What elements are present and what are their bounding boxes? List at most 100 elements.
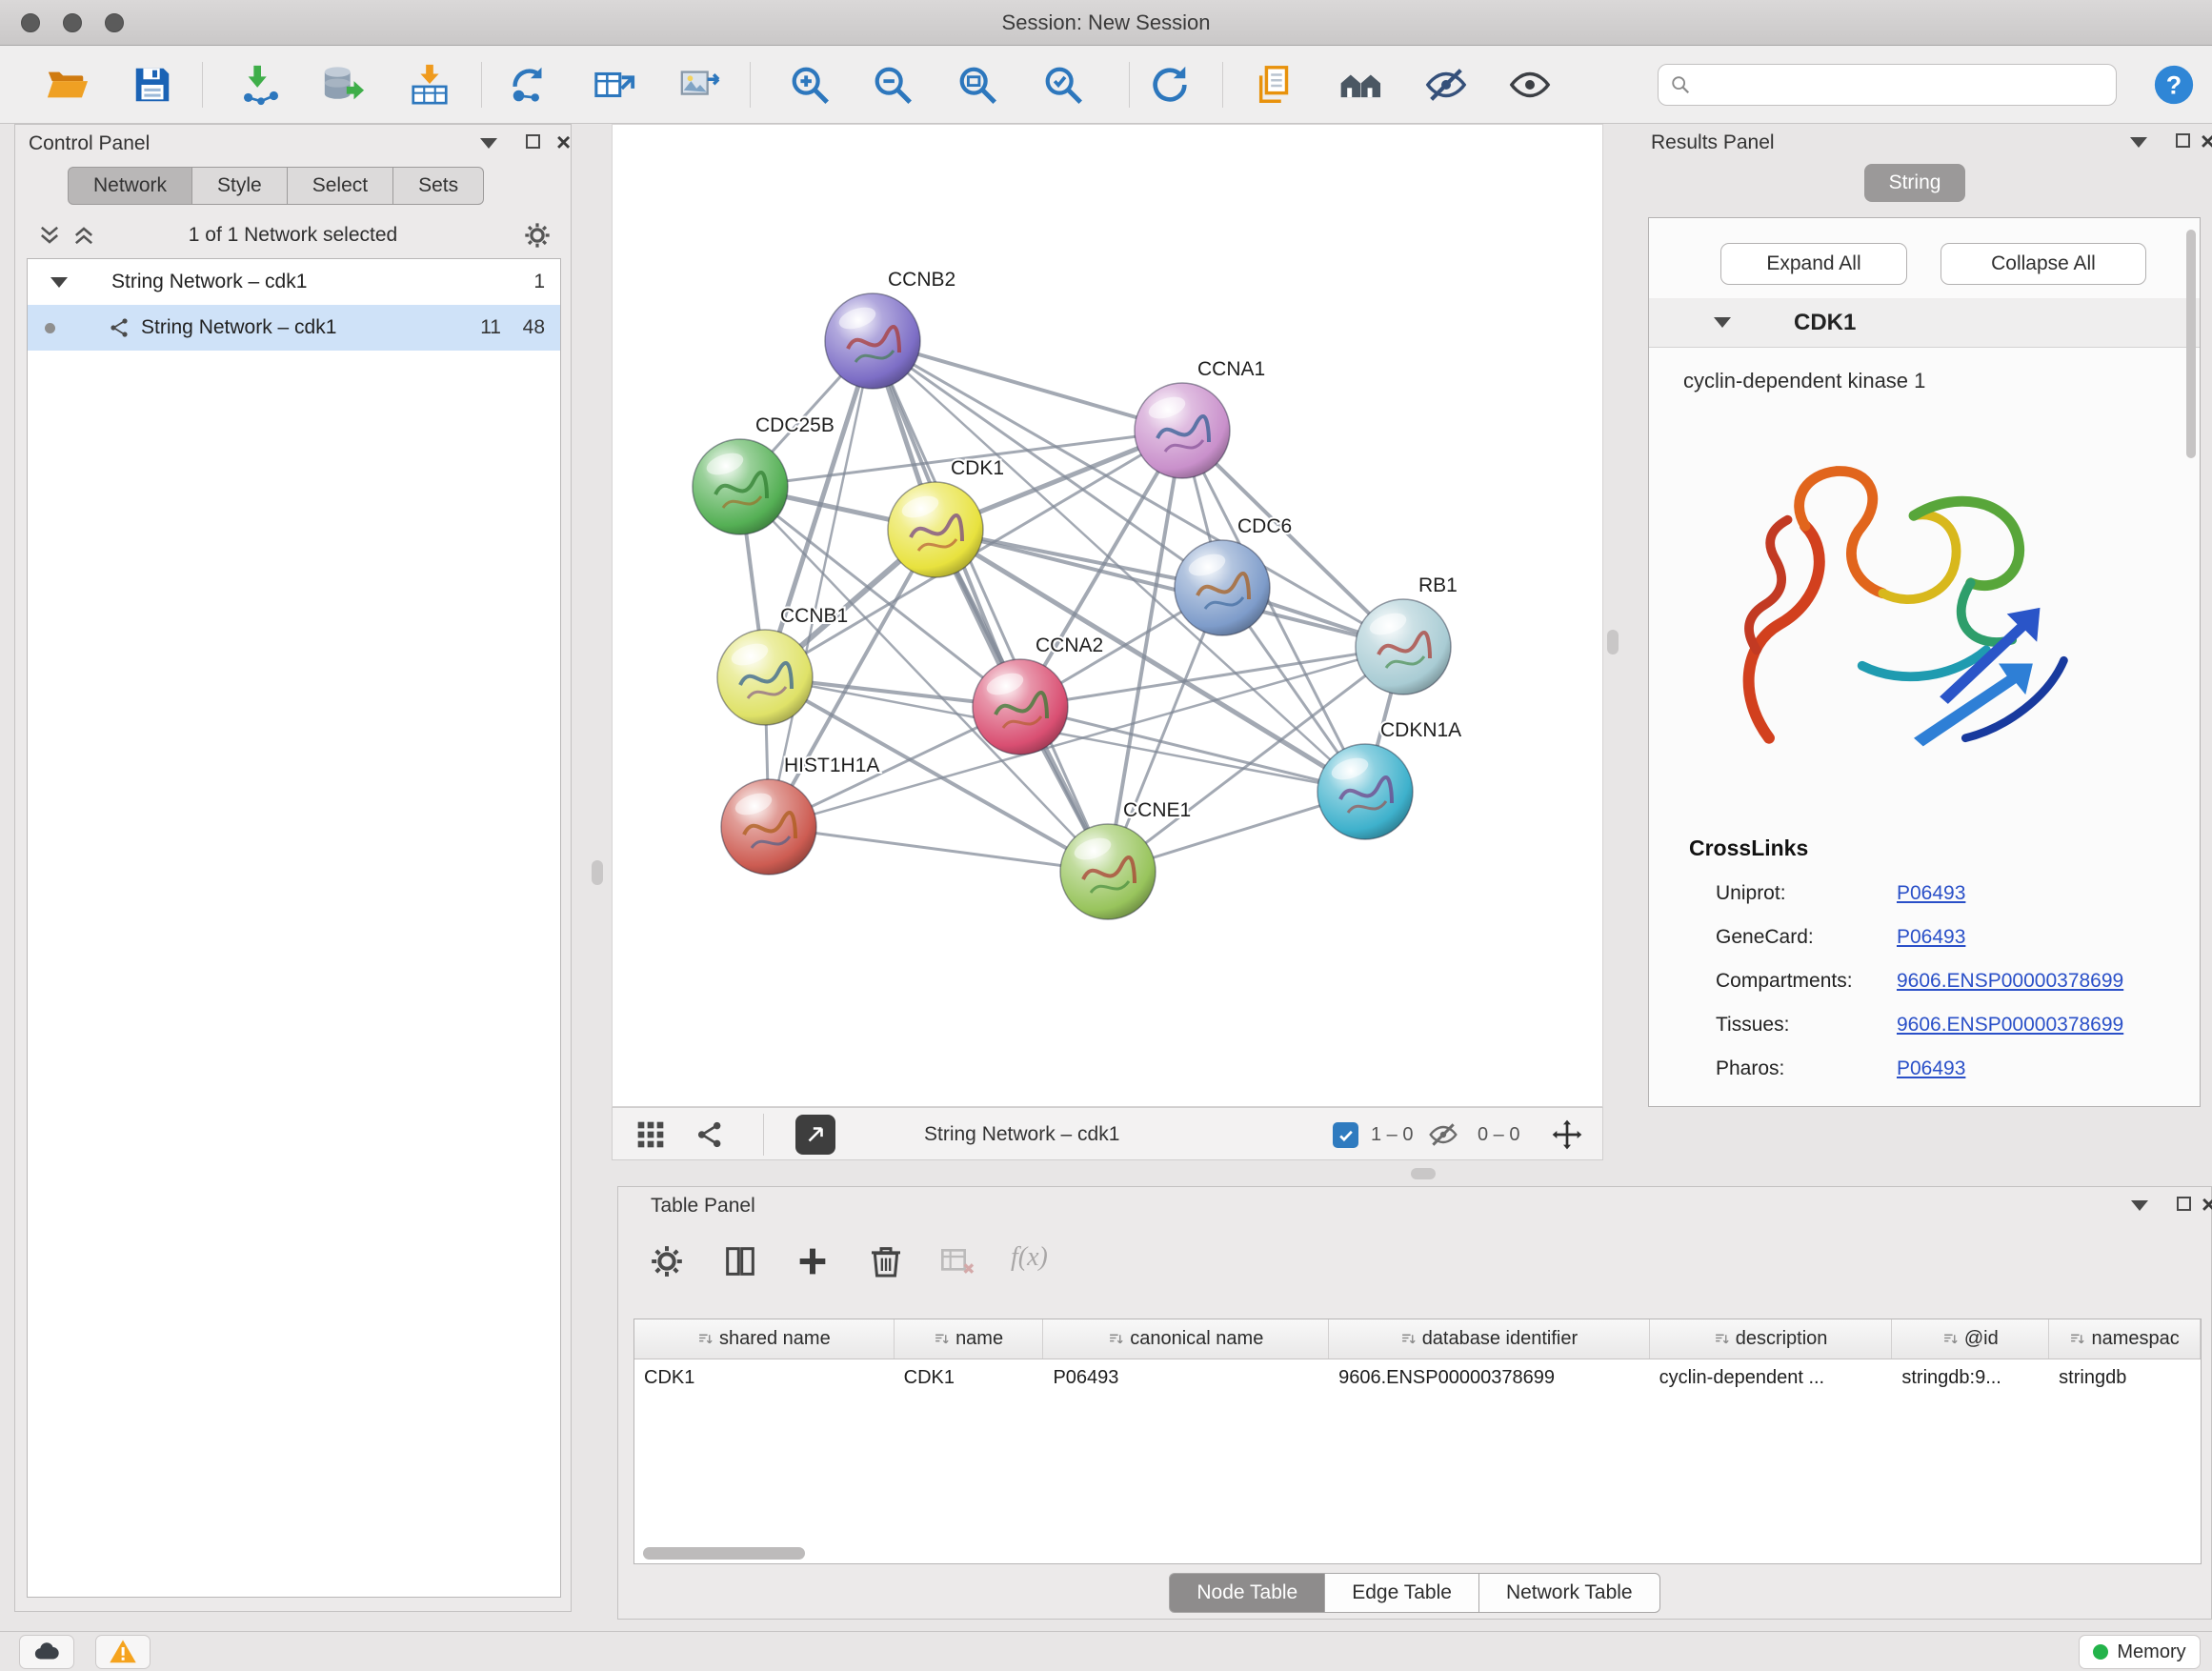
network-graph[interactable]: CCNB2CCNA1CDC25BCDK1CDC6RB1CCNB1CCNA2CDK…: [613, 125, 1602, 1106]
crosslink-row: GeneCard:P06493: [1716, 916, 2173, 959]
tab-edge-table[interactable]: Edge Table: [1325, 1573, 1479, 1613]
network-node-hist1h1a[interactable]: HIST1H1A: [721, 755, 879, 875]
table-cell[interactable]: CDK1: [895, 1359, 1044, 1398]
crosslinks-rows: Uniprot:P06493GeneCard:P06493Compartment…: [1716, 872, 2173, 1091]
network-node-rb1[interactable]: RB1: [1356, 574, 1458, 695]
table-settings-gear-icon[interactable]: [640, 1235, 694, 1288]
close-panel-icon[interactable]: ×: [556, 132, 571, 151]
function-builder-fx-icon[interactable]: f(x): [1011, 1242, 1048, 1273]
zoom-fit-content-icon[interactable]: [951, 58, 1004, 111]
new-network-icon[interactable]: [503, 58, 556, 111]
network-state-dot: [45, 323, 55, 333]
table-cell[interactable]: CDK1: [634, 1359, 895, 1398]
hide-selection-icon[interactable]: [1419, 58, 1473, 111]
tab-style[interactable]: Style: [192, 167, 288, 205]
crosslink-value-link[interactable]: 9606.ENSP00000378699: [1897, 1014, 2123, 1037]
table-cell[interactable]: stringdb:9...: [1892, 1359, 2049, 1398]
gene-symbol: CDK1: [1794, 310, 1856, 336]
close-table-panel-icon[interactable]: ×: [2202, 1195, 2212, 1214]
float-results-panel-icon[interactable]: [2176, 133, 2190, 148]
delete-trash-icon[interactable]: [859, 1235, 913, 1288]
tab-sets[interactable]: Sets: [393, 167, 484, 205]
memory-button[interactable]: Memory: [2079, 1635, 2201, 1669]
network-node-ccna1[interactable]: CCNA1: [1135, 358, 1265, 478]
attach-network-table-icon[interactable]: [588, 58, 641, 111]
float-panel-icon[interactable]: [526, 134, 540, 149]
refresh-view-icon[interactable]: [1143, 58, 1196, 111]
crosslink-value-link[interactable]: P06493: [1897, 1057, 1965, 1080]
network-collection-row[interactable]: String Network – cdk1 1: [28, 259, 560, 305]
column-header-description[interactable]: description: [1650, 1319, 1893, 1359]
import-table-from-file-icon[interactable]: [403, 58, 456, 111]
search-input[interactable]: [1699, 73, 2104, 97]
tab-select[interactable]: Select: [288, 167, 393, 205]
zoom-in-icon[interactable]: [783, 58, 836, 111]
help-icon[interactable]: ?: [2147, 58, 2201, 111]
crosslink-value-link[interactable]: 9606.ENSP00000378699: [1897, 970, 2123, 993]
export-view-button[interactable]: [795, 1115, 835, 1155]
column-header--id[interactable]: @id: [1892, 1319, 2049, 1359]
column-header-canonical-name[interactable]: canonical name: [1043, 1319, 1329, 1359]
import-network-from-file-icon[interactable]: [234, 58, 288, 111]
export-image-icon[interactable]: [674, 58, 727, 111]
close-results-panel-icon[interactable]: ×: [2201, 131, 2212, 151]
copy-icon[interactable]: [1249, 58, 1302, 111]
horizontal-splitter-handle[interactable]: [1411, 1168, 1436, 1179]
add-row-plus-icon[interactable]: [786, 1235, 839, 1288]
collection-disclosure-icon[interactable]: [50, 277, 68, 288]
gene-disclosure-icon[interactable]: [1714, 317, 1731, 328]
column-header-shared-name[interactable]: shared name: [634, 1319, 895, 1359]
go-home-icon[interactable]: [1335, 58, 1388, 111]
table-cell[interactable]: stringdb: [2049, 1359, 2201, 1398]
column-header-name[interactable]: name: [895, 1319, 1044, 1359]
table-cell[interactable]: P06493: [1043, 1359, 1329, 1398]
tab-network-table[interactable]: Network Table: [1479, 1573, 1660, 1613]
search-field[interactable]: [1658, 64, 2117, 106]
crosslink-value-link[interactable]: P06493: [1897, 926, 1965, 949]
crosslink-value-link[interactable]: P06493: [1897, 882, 1965, 905]
collapse-all-button[interactable]: Collapse All: [1941, 243, 2146, 285]
save-session-icon[interactable]: [126, 58, 179, 111]
pan-crosshair-icon[interactable]: [1548, 1116, 1586, 1154]
table-row[interactable]: CDK1CDK1P064939606.ENSP00000378699cyclin…: [634, 1359, 2201, 1398]
share-network-icon[interactable]: [692, 1116, 730, 1154]
table-cell[interactable]: 9606.ENSP00000378699: [1329, 1359, 1650, 1398]
import-network-from-database-icon[interactable]: [316, 58, 370, 111]
tab-node-table[interactable]: Node Table: [1169, 1573, 1325, 1613]
left-splitter-handle[interactable]: [592, 860, 603, 885]
string-tab-label[interactable]: String: [1864, 164, 1966, 202]
float-table-panel-icon[interactable]: [2177, 1197, 2191, 1211]
open-session-icon[interactable]: [40, 58, 93, 111]
collapse-table-panel-icon[interactable]: [2131, 1200, 2148, 1211]
zoom-out-icon[interactable]: [866, 58, 919, 111]
show-columns-icon[interactable]: [714, 1235, 767, 1288]
network-node-ccnb2[interactable]: CCNB2: [825, 269, 955, 389]
hidden-items-eye-icon[interactable]: [1424, 1116, 1462, 1154]
column-header-namespac[interactable]: namespac: [2049, 1319, 2201, 1359]
collapse-results-panel-icon[interactable]: [2130, 137, 2147, 148]
string-results-tab[interactable]: String: [1618, 164, 2212, 202]
network-view-canvas[interactable]: CCNB2CCNA1CDC25BCDK1CDC6RB1CCNB1CCNA2CDK…: [612, 124, 1603, 1107]
selected-items-checkbox[interactable]: [1333, 1122, 1358, 1148]
zoom-selected-icon[interactable]: [1036, 58, 1090, 111]
table-horizontal-scrollbar[interactable]: [643, 1547, 805, 1560]
column-header-database-identifier[interactable]: database identifier: [1329, 1319, 1650, 1359]
title-bar: Session: New Session: [0, 0, 2212, 46]
warnings-button[interactable]: [95, 1635, 151, 1669]
network-node-ccnb1[interactable]: CCNB1: [717, 605, 848, 725]
gene-section-header[interactable]: CDK1: [1649, 298, 2200, 348]
birds-eye-grid-icon[interactable]: [632, 1116, 670, 1154]
export-arrow-icon: [803, 1122, 828, 1147]
collapse-panel-icon[interactable]: [480, 138, 497, 149]
network-node-cdc25b[interactable]: CDC25B: [693, 414, 835, 534]
cloud-status-button[interactable]: [19, 1635, 74, 1669]
expand-all-button[interactable]: Expand All: [1720, 243, 1907, 285]
table-cell[interactable]: cyclin-dependent ...: [1650, 1359, 1893, 1398]
control-panel-tabs: NetworkStyleSelectSets: [68, 167, 484, 205]
results-scrollbar[interactable]: [2186, 230, 2196, 458]
network-row-selected[interactable]: String Network – cdk1 11 48: [28, 305, 560, 351]
network-options-gear-icon[interactable]: [522, 220, 553, 251]
clear-table-icon[interactable]: [932, 1235, 985, 1288]
tab-network[interactable]: Network: [68, 167, 192, 205]
show-all-icon[interactable]: [1503, 58, 1557, 111]
